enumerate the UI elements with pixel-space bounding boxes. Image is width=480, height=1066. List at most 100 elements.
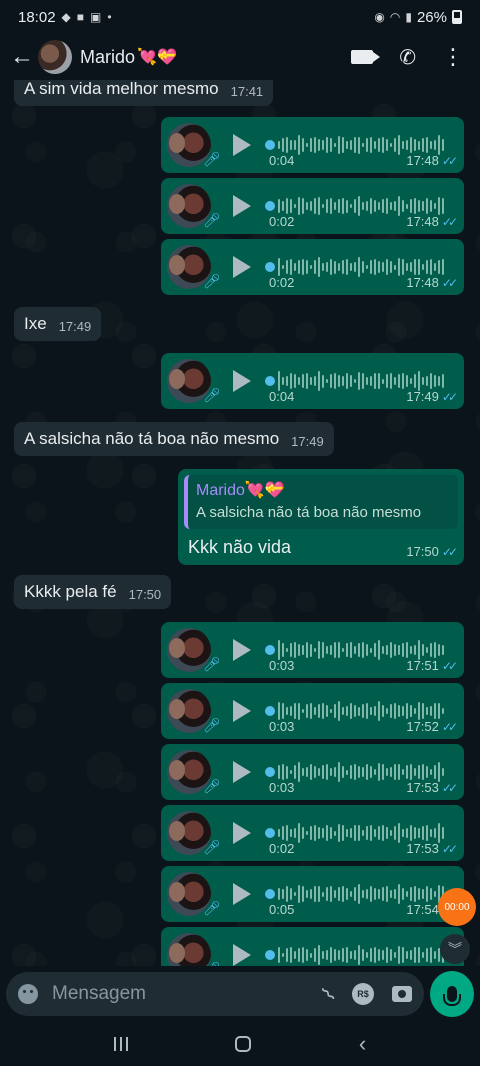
message-input-pill[interactable]: ⌇ R$ bbox=[6, 972, 424, 1016]
voice-message[interactable]: 🎤︎ 0:05 17:54✓✓ bbox=[161, 866, 464, 922]
seek-handle[interactable] bbox=[265, 376, 275, 386]
voice-message[interactable]: 🎤︎ 0:03 17:53 ✓✓ bbox=[161, 744, 464, 800]
incoming-text-message[interactable]: A salsicha não tá boa não mesmo 17:49 bbox=[14, 422, 334, 456]
mic-icon: 🎤︎ bbox=[203, 656, 221, 672]
voice-message[interactable]: 🎤︎ 0:02 17:48 ✓✓ bbox=[161, 178, 464, 234]
waveform-bar bbox=[378, 138, 380, 152]
more-options-icon[interactable]: ⋮ bbox=[442, 46, 464, 68]
waveform-bar bbox=[282, 138, 284, 152]
camera-icon[interactable] bbox=[392, 986, 412, 1002]
waveform[interactable] bbox=[278, 943, 448, 967]
back-arrow-icon[interactable]: ← bbox=[10, 43, 34, 71]
video-call-icon[interactable] bbox=[351, 50, 381, 64]
recent-apps-icon[interactable] bbox=[113, 1037, 128, 1051]
read-ticks-icon: ✓✓ bbox=[441, 780, 458, 795]
waveform-bar bbox=[386, 644, 388, 656]
play-icon[interactable] bbox=[233, 944, 251, 966]
mic-icon: 🎤︎ bbox=[203, 387, 221, 403]
mic-icon: 🎤︎ bbox=[203, 212, 221, 228]
incoming-text-message[interactable]: Ixe 17:49 bbox=[14, 307, 102, 341]
waveform-bar bbox=[318, 826, 320, 840]
incoming-text-message[interactable]: A sim vida melhor mesmo 17:41 bbox=[14, 80, 274, 106]
waveform-bar bbox=[310, 138, 312, 152]
play-icon[interactable] bbox=[233, 700, 251, 722]
play-icon[interactable] bbox=[233, 370, 251, 392]
waveform-bar bbox=[350, 951, 352, 959]
play-icon[interactable] bbox=[233, 256, 251, 278]
voice-record-button[interactable] bbox=[430, 971, 474, 1017]
payment-icon[interactable]: R$ bbox=[352, 983, 374, 1005]
waveform-bar bbox=[398, 373, 400, 389]
waveform-bar bbox=[414, 768, 416, 776]
voice-message[interactable]: 🎤︎ 0:02 17:48 ✓✓ bbox=[161, 239, 464, 295]
waveform-bar bbox=[286, 948, 288, 962]
waveform-bar bbox=[398, 258, 400, 276]
chat-area[interactable]: A sim vida melhor mesmo 17:41 🎤︎ 0:04 17… bbox=[0, 80, 480, 970]
voice-message[interactable]: 🎤︎ 0:03 17:52 ✓✓ bbox=[161, 683, 464, 739]
seek-handle[interactable] bbox=[265, 140, 275, 150]
contact-avatar[interactable] bbox=[38, 40, 72, 74]
seek-handle[interactable] bbox=[265, 706, 275, 716]
seek-handle[interactable] bbox=[265, 767, 275, 777]
reply-message[interactable]: Marido💘💝 A salsicha não tá boa não mesmo… bbox=[178, 469, 464, 565]
waveform-bar bbox=[394, 264, 396, 270]
waveform-bar bbox=[362, 830, 364, 836]
waveform-bar bbox=[298, 823, 300, 843]
voice-message[interactable]: 🎤︎ 0:04 17:49 ✓✓ bbox=[161, 353, 464, 409]
waveform-bar bbox=[434, 827, 436, 839]
seek-handle[interactable] bbox=[265, 262, 275, 272]
voice-time-wrap: 17:51 ✓✓ bbox=[406, 658, 458, 673]
waveform-bar bbox=[426, 886, 428, 902]
voice-message[interactable]: 🎤︎ bbox=[161, 927, 464, 970]
contact-name[interactable]: Marido 💘💝 bbox=[80, 47, 177, 68]
play-icon[interactable] bbox=[233, 822, 251, 844]
play-icon[interactable] bbox=[233, 761, 251, 783]
waveform-bar bbox=[414, 259, 416, 275]
waveform-bar bbox=[322, 203, 324, 209]
waveform-bar bbox=[310, 952, 312, 958]
message-input[interactable] bbox=[52, 983, 325, 1005]
read-ticks-icon: ✓✓ bbox=[441, 153, 458, 168]
waveform-bar bbox=[398, 763, 400, 781]
phone-call-icon[interactable]: ✆ bbox=[399, 45, 416, 70]
waveform-bar bbox=[390, 948, 392, 962]
seek-handle[interactable] bbox=[265, 645, 275, 655]
play-icon[interactable] bbox=[233, 134, 251, 156]
play-icon[interactable] bbox=[233, 883, 251, 905]
quoted-message[interactable]: Marido💘💝 A salsicha não tá boa não mesmo bbox=[184, 475, 458, 529]
voice-message[interactable]: 🎤︎ 0:04 17:48 ✓✓ bbox=[161, 117, 464, 173]
voice-time-wrap: 17:52 ✓✓ bbox=[406, 719, 458, 734]
voice-time-wrap: 17:48 ✓✓ bbox=[406, 153, 458, 168]
seek-handle[interactable] bbox=[265, 828, 275, 838]
floating-timer-bubble[interactable]: 00:00 bbox=[438, 888, 476, 926]
waveform-bar bbox=[342, 260, 344, 274]
play-icon[interactable] bbox=[233, 639, 251, 661]
waveform-bar bbox=[338, 950, 340, 960]
emoji-icon[interactable] bbox=[18, 984, 38, 1004]
seek-handle[interactable] bbox=[265, 950, 275, 960]
waveform-bar bbox=[338, 374, 340, 388]
home-icon[interactable] bbox=[235, 1036, 252, 1052]
waveform-bar bbox=[334, 201, 336, 211]
voice-message[interactable]: 🎤︎ 0:03 17:51 ✓✓ bbox=[161, 622, 464, 678]
incoming-text-message[interactable]: Kkkk pela fé 17:50 bbox=[14, 575, 172, 609]
waveform-bar bbox=[426, 765, 428, 779]
waveform-bar bbox=[422, 138, 424, 152]
waveform-bar bbox=[382, 704, 384, 718]
signal-icon: ▮ bbox=[405, 10, 412, 24]
waveform-bar bbox=[394, 200, 396, 211]
seek-handle[interactable] bbox=[265, 201, 275, 211]
waveform-bar bbox=[314, 647, 316, 653]
waveform-bar bbox=[410, 199, 412, 213]
waveform-bar bbox=[442, 259, 444, 275]
waveform-bar bbox=[414, 373, 416, 389]
waveform-bar bbox=[346, 199, 348, 213]
waveform-bar bbox=[330, 138, 332, 152]
waveform-bar bbox=[354, 378, 356, 384]
voice-duration: 0:03 bbox=[269, 658, 295, 673]
voice-message[interactable]: 🎤︎ 0:02 17:53 ✓✓ bbox=[161, 805, 464, 861]
seek-handle[interactable] bbox=[265, 889, 275, 899]
play-icon[interactable] bbox=[233, 195, 251, 217]
back-nav-icon[interactable]: ‹ bbox=[359, 1031, 366, 1057]
scroll-down-icon[interactable]: ︾ bbox=[440, 934, 470, 964]
